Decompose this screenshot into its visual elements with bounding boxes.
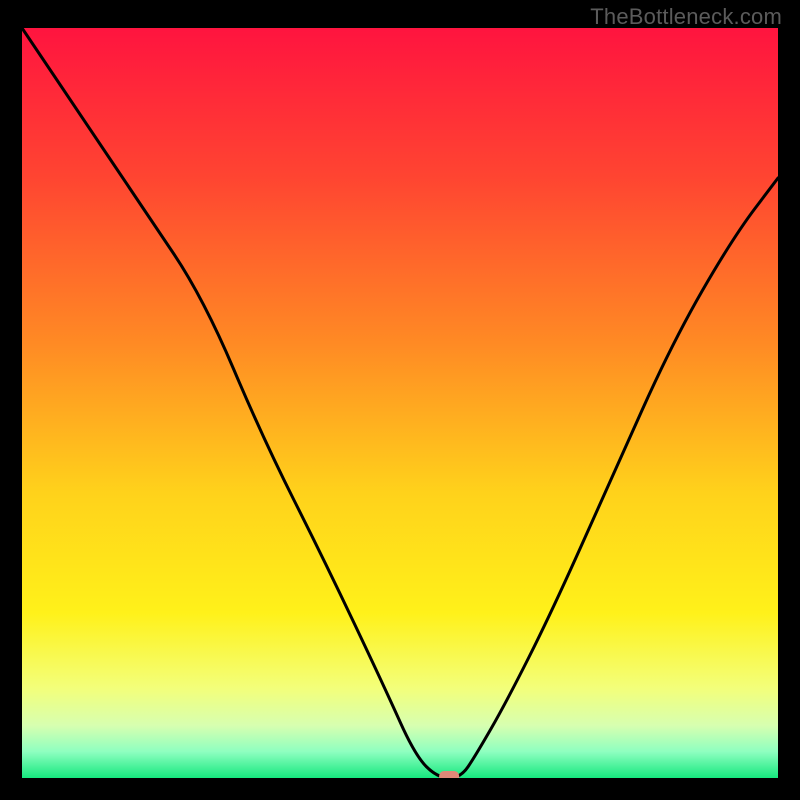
bottleneck-chart xyxy=(22,28,778,778)
chart-frame: TheBottleneck.com xyxy=(0,0,800,800)
optimum-marker xyxy=(439,771,459,778)
watermark-text: TheBottleneck.com xyxy=(590,4,782,30)
plot-area xyxy=(22,28,778,778)
gradient-background xyxy=(22,28,778,778)
